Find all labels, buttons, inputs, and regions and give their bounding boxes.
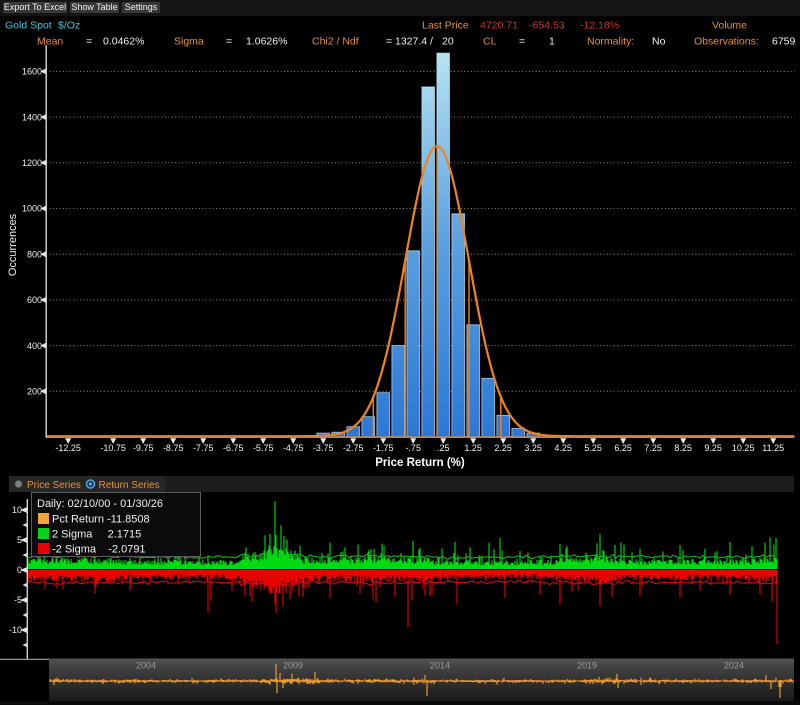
svg-text:Occurrences: Occurrences	[7, 213, 19, 276]
svg-text:1.25: 1.25	[464, 443, 482, 453]
svg-text:1600: 1600	[22, 67, 42, 77]
svg-text:-6.75: -6.75	[223, 443, 244, 453]
svg-text:Observations:: Observations:	[694, 36, 759, 48]
svg-text:1400: 1400	[22, 112, 42, 122]
svg-text:200: 200	[27, 387, 42, 397]
svg-text:1: 1	[549, 36, 555, 48]
svg-text:9.25: 9.25	[704, 443, 722, 453]
svg-text:7.25: 7.25	[644, 443, 662, 453]
svg-text:10: 10	[12, 505, 22, 515]
svg-text:5.25: 5.25	[584, 443, 602, 453]
svg-text:-2 Sigma -2.0791: -2 Sigma -2.0791	[52, 544, 146, 556]
svg-text:2024: 2024	[724, 661, 744, 671]
svg-text:8.25: 8.25	[674, 443, 692, 453]
svg-text:CL: CL	[483, 36, 497, 48]
svg-text:-.75: -.75	[405, 443, 421, 453]
svg-text:-7.75: -7.75	[193, 443, 214, 453]
svg-text:=: =	[519, 36, 525, 48]
svg-text:2004: 2004	[136, 661, 156, 671]
svg-text:-5: -5	[14, 595, 22, 605]
svg-text:Normality:: Normality:	[587, 36, 634, 48]
svg-text:1.0626%: 1.0626%	[246, 36, 287, 48]
svg-text:-12.25: -12.25	[55, 443, 81, 453]
svg-text:Mean: Mean	[37, 36, 63, 48]
svg-text:1327.4 /: 1327.4 /	[395, 36, 433, 48]
svg-text:4.25: 4.25	[554, 443, 572, 453]
svg-text:-2.75: -2.75	[343, 443, 364, 453]
svg-text:11.25: 11.25	[762, 443, 784, 453]
svg-text:-8.75: -8.75	[163, 443, 184, 453]
svg-text:400: 400	[27, 341, 42, 351]
svg-text:6759: 6759	[772, 36, 796, 48]
svg-text:.25: .25	[437, 443, 450, 453]
svg-text:Volume: Volume	[712, 20, 747, 32]
svg-text:4720.71: 4720.71	[480, 20, 518, 32]
svg-text:800: 800	[27, 249, 42, 259]
svg-text:-10.75: -10.75	[100, 443, 126, 453]
svg-text:-1.75: -1.75	[373, 443, 394, 453]
svg-text:-4.75: -4.75	[283, 443, 304, 453]
svg-text:Sigma: Sigma	[174, 36, 204, 48]
svg-text:-9.75: -9.75	[133, 443, 154, 453]
svg-text:3.25: 3.25	[524, 443, 542, 453]
svg-text:Gold Spot: Gold Spot	[5, 20, 52, 32]
svg-text:=: =	[226, 36, 232, 48]
svg-text:2009: 2009	[283, 661, 303, 671]
svg-text:1200: 1200	[22, 158, 42, 168]
svg-text:10.25: 10.25	[732, 443, 755, 453]
svg-text:2 Sigma 2.1715: 2 Sigma 2.1715	[52, 529, 141, 541]
svg-text:Return Series: Return Series	[99, 480, 160, 491]
svg-text:2019: 2019	[577, 661, 597, 671]
svg-text:Pct Return -11.8508: Pct Return -11.8508	[52, 514, 150, 526]
svg-text:-10: -10	[9, 625, 22, 635]
svg-text:=: =	[86, 36, 92, 48]
svg-text:0.0462%: 0.0462%	[103, 36, 144, 48]
svg-text:2014: 2014	[430, 661, 450, 671]
svg-text:-654.53: -654.53	[529, 20, 565, 32]
svg-text:-5.75: -5.75	[253, 443, 274, 453]
svg-text:20: 20	[442, 36, 454, 48]
svg-text:$/Oz: $/Oz	[58, 20, 80, 32]
svg-text:-3.75: -3.75	[313, 443, 334, 453]
svg-text:-12.18%: -12.18%	[580, 20, 619, 32]
svg-text:Last Price: Last Price	[422, 20, 469, 32]
svg-text:2.25: 2.25	[494, 443, 512, 453]
svg-text:Daily: 02/10/00 - 01/30/26: Daily: 02/10/00 - 01/30/26	[37, 498, 163, 510]
svg-text:Price Return (%): Price Return (%)	[375, 457, 465, 469]
svg-text:6.25: 6.25	[614, 443, 632, 453]
svg-text:Price Series: Price Series	[27, 480, 81, 491]
svg-text:1000: 1000	[22, 204, 42, 214]
svg-text:Chi2 / Ndf: Chi2 / Ndf	[312, 36, 359, 48]
svg-text:600: 600	[27, 295, 42, 305]
svg-text:No: No	[652, 36, 666, 48]
svg-text:=: =	[386, 36, 392, 48]
